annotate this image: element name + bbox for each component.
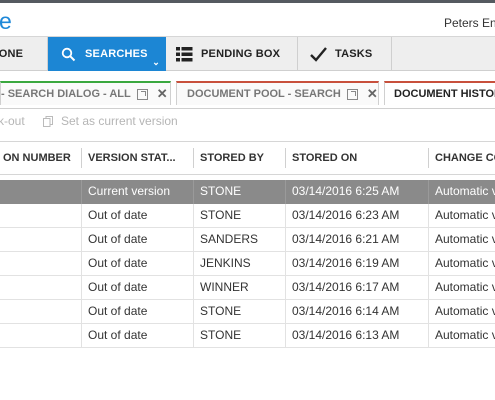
version-number-cell xyxy=(0,324,81,348)
title-bar: e Peters Eng xyxy=(0,3,495,36)
column-header-change-comment[interactable]: CHANGE CO xyxy=(428,142,495,174)
stored-on-cell: 03/14/2016 6:23 AM xyxy=(292,208,400,222)
change-comment-cell: Automatic v xyxy=(435,280,495,294)
version-number-cell xyxy=(0,252,81,276)
stored-on-cell: 03/14/2016 6:13 AM xyxy=(292,328,400,342)
company-name[interactable]: Peters Eng xyxy=(444,16,495,30)
nav-pending-box-button[interactable]: PENDING BOX xyxy=(166,37,298,71)
change-comment-cell: Automatic v xyxy=(435,208,495,222)
close-icon[interactable]: ✕ xyxy=(157,87,168,100)
list-icon xyxy=(175,45,193,63)
tab-document-pool-label: DOCUMENT POOL - SEARCH xyxy=(187,88,341,100)
stored-by-cell: STONE xyxy=(200,304,242,318)
version-number-cell xyxy=(0,180,81,204)
set-as-current-version-button[interactable]: Set as current version xyxy=(43,114,178,128)
change-comment-cell: Automatic v xyxy=(435,232,495,246)
stored-by-cell: STONE xyxy=(200,328,242,342)
stored-on-cell: 03/14/2016 6:17 AM xyxy=(292,280,400,294)
table-row[interactable]: Out of date STONE 03/14/2016 6:13 AM Aut… xyxy=(0,324,495,348)
stored-on-cell: 03/14/2016 6:14 AM xyxy=(292,304,400,318)
stored-on-cell: 03/14/2016 6:19 AM xyxy=(292,256,400,270)
version-number-cell xyxy=(0,228,81,252)
table-row[interactable]: Out of date STONE 03/14/2016 6:23 AM Aut… xyxy=(0,204,495,228)
nav-pending-box-label: PENDING BOX xyxy=(201,48,281,60)
version-status-cell: Out of date xyxy=(88,208,148,222)
check-out-button[interactable]: k-out xyxy=(0,114,25,128)
nav-searches-label: SEARCHES xyxy=(85,48,148,60)
chevron-down-icon[interactable]: ⌄ xyxy=(152,57,160,68)
tab-search-dialog[interactable]: - SEARCH DIALOG - ALL ✕ xyxy=(0,81,171,105)
stored-by-cell: STONE xyxy=(200,184,242,198)
column-header-stored-by[interactable]: STORED BY xyxy=(193,142,285,174)
column-header-version-status[interactable]: VERSION STAT... xyxy=(81,142,194,174)
external-window-icon[interactable] xyxy=(346,88,358,100)
nav-tasks-label: TASKS xyxy=(335,48,373,60)
tab-document-history[interactable]: DOCUMENT HISTOR xyxy=(384,81,495,105)
main-nav-bar: TONE SEARCHES ⌄ PENDING BOX TASKS xyxy=(0,36,495,71)
history-toolbar: k-out Set as current version xyxy=(0,109,495,137)
version-status-cell: Out of date xyxy=(88,256,148,270)
copy-icon xyxy=(43,115,53,127)
tab-search-dialog-label: - SEARCH DIALOG - ALL xyxy=(1,88,131,100)
table-row[interactable]: Out of date JENKINS 03/14/2016 6:19 AM A… xyxy=(0,252,495,276)
change-comment-cell: Automatic v xyxy=(435,256,495,270)
tab-document-pool[interactable]: DOCUMENT POOL - SEARCH ✕ xyxy=(176,81,379,105)
version-status-cell: Out of date xyxy=(88,280,148,294)
table-row[interactable]: Out of date STONE 03/14/2016 6:14 AM Aut… xyxy=(0,300,495,324)
version-number-cell xyxy=(0,300,81,324)
version-number-cell xyxy=(0,204,81,228)
stored-by-cell: STONE xyxy=(200,208,242,222)
version-status-cell: Out of date xyxy=(88,304,148,318)
change-comment-cell: Automatic v xyxy=(435,328,495,342)
nav-home-label: TONE xyxy=(0,48,24,60)
column-header-stored-on[interactable]: STORED ON xyxy=(285,142,428,174)
nav-home-button[interactable]: TONE xyxy=(0,37,48,71)
app-logo: e xyxy=(0,8,12,34)
stored-by-cell: JENKINS xyxy=(200,256,251,270)
column-header-version-number[interactable]: ON NUMBER xyxy=(0,142,82,174)
version-status-cell: Out of date xyxy=(88,328,148,342)
checkmark-icon xyxy=(309,45,327,63)
version-number-cell xyxy=(0,276,81,300)
stored-by-cell: SANDERS xyxy=(200,232,259,246)
table-header: ON NUMBER VERSION STAT... STORED BY STOR… xyxy=(0,141,495,175)
external-window-icon[interactable] xyxy=(136,88,148,100)
table-row[interactable]: Out of date WINNER 03/14/2016 6:17 AM Au… xyxy=(0,276,495,300)
tab-document-history-label: DOCUMENT HISTOR xyxy=(394,88,495,100)
nav-searches-button[interactable]: SEARCHES ⌄ xyxy=(48,37,166,71)
stored-on-cell: 03/14/2016 6:25 AM xyxy=(292,184,400,198)
stored-by-cell: WINNER xyxy=(200,280,249,294)
table-row[interactable]: Current version STONE 03/14/2016 6:25 AM… xyxy=(0,180,495,204)
stored-on-cell: 03/14/2016 6:21 AM xyxy=(292,232,400,246)
version-status-cell: Out of date xyxy=(88,232,148,246)
document-tabs: - SEARCH DIALOG - ALL ✕ DOCUMENT POOL - … xyxy=(0,71,495,109)
version-status-cell: Current version xyxy=(88,184,171,198)
change-comment-cell: Automatic v xyxy=(435,184,495,198)
close-icon[interactable]: ✕ xyxy=(367,87,378,100)
table-row[interactable]: Out of date SANDERS 03/14/2016 6:21 AM A… xyxy=(0,228,495,252)
search-icon xyxy=(59,45,77,63)
nav-tasks-button[interactable]: TASKS xyxy=(298,37,392,71)
check-out-label: k-out xyxy=(0,114,25,128)
set-as-current-version-label: Set as current version xyxy=(61,114,178,128)
change-comment-cell: Automatic v xyxy=(435,304,495,318)
